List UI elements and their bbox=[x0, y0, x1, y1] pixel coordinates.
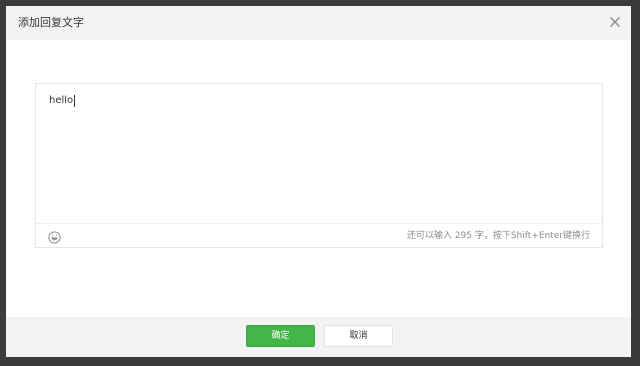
character-counter: 还可以输入 295 字，按下Shift+Enter键换行 bbox=[406, 231, 590, 241]
editor-toolbar: 还可以输入 295 字，按下Shift+Enter键换行 bbox=[36, 223, 602, 247]
dialog-header: 添加回复文字 bbox=[6, 6, 631, 40]
dialog-title: 添加回复文字 bbox=[18, 16, 84, 29]
dialog-body: hello 还可以输入 295 字，按下Shift+Enter键换行 bbox=[6, 40, 631, 317]
dialog-footer: 确定 取消 bbox=[6, 317, 631, 357]
editor-content: hello bbox=[49, 95, 74, 106]
emoji-smiley-icon[interactable] bbox=[48, 229, 61, 244]
confirm-button[interactable]: 确定 bbox=[246, 325, 315, 347]
close-icon[interactable] bbox=[607, 14, 623, 30]
cancel-button[interactable]: 取消 bbox=[324, 325, 393, 347]
editor-text-area[interactable]: hello bbox=[49, 94, 76, 108]
add-reply-text-dialog: 添加回复文字 hello 还可以输入 295 字，按下Shift+Enter键换… bbox=[6, 6, 631, 357]
reply-text-editor[interactable]: hello 还可以输入 295 字，按下Shift+Enter键换行 bbox=[35, 83, 603, 248]
text-caret bbox=[74, 95, 76, 107]
